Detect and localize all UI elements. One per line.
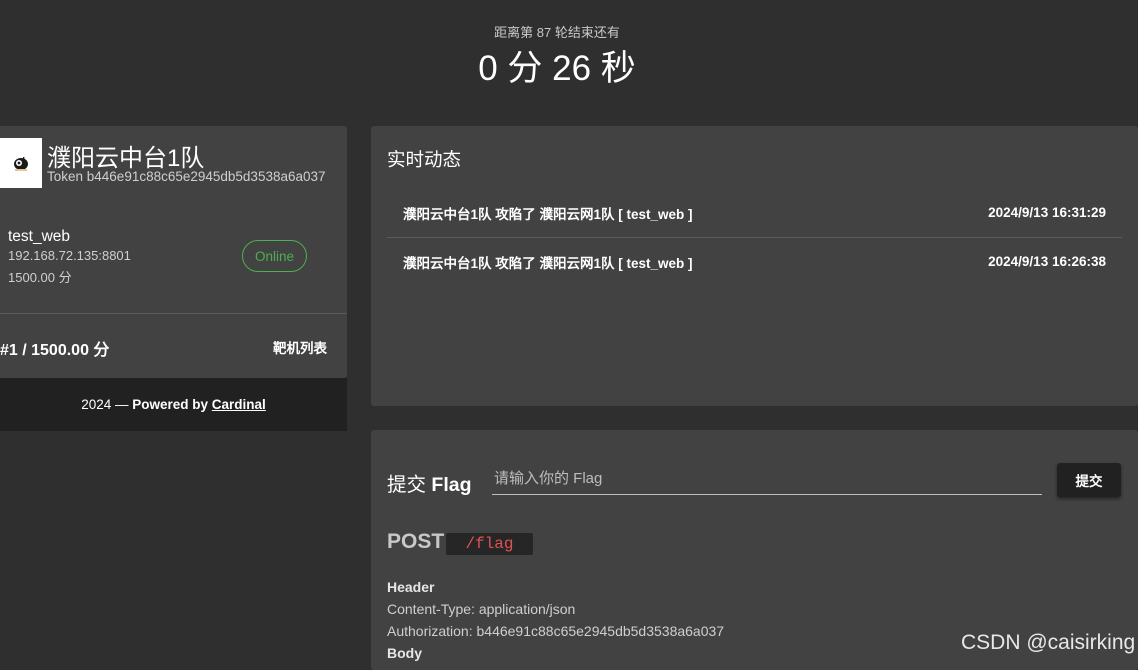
countdown-timer: 0 分 26 秒 xyxy=(478,49,636,88)
robot-avatar-icon xyxy=(14,157,28,171)
watermark: CSDN @caisirking xyxy=(961,631,1136,654)
feed-item-time: 2024/9/13 16:26:38 xyxy=(988,254,1106,269)
api-method: POST xyxy=(387,530,445,553)
footer-powered-by: Powered by xyxy=(132,397,209,412)
feed-item: 濮阳云中台1队 攻陷了 濮阳云网1队 [ test_web ] 2024/9/1… xyxy=(387,238,1122,285)
footer-year: 2024 — xyxy=(81,397,129,412)
service-address: 192.168.72.135:8801 xyxy=(8,248,131,263)
content-type-line: Content-Type: application/json xyxy=(387,601,576,617)
submit-label-prefix: 提交 xyxy=(387,474,432,496)
authorization-line: Authorization: b446e91c88c65e2945db5d353… xyxy=(387,623,725,639)
feed-item-text: 濮阳云中台1队 攻陷了 濮阳云网1队 [ test_web ] xyxy=(403,206,693,222)
cardinal-link[interactable]: Cardinal xyxy=(212,397,266,412)
team-card: 濮阳云中台1队 Token b446e91c88c65e2945db5d3538… xyxy=(0,126,347,378)
feed-item-time: 2024/9/13 16:31:29 xyxy=(988,205,1106,220)
target-list-button[interactable]: 靶机列表 xyxy=(262,334,338,360)
team-avatar xyxy=(0,138,42,188)
live-feed-title: 实时动态 xyxy=(387,149,462,170)
live-feed-card: 实时动态 濮阳云中台1队 攻陷了 濮阳云网1队 [ test_web ] 202… xyxy=(371,126,1138,406)
feed-item-text: 濮阳云中台1队 攻陷了 濮阳云网1队 [ test_web ] xyxy=(403,255,693,271)
team-name: 濮阳云中台1队 xyxy=(47,145,205,172)
service-name: test_web xyxy=(8,228,71,245)
flag-input[interactable] xyxy=(492,462,1042,495)
api-path: /flag xyxy=(446,533,533,555)
footer: 2024 — Powered by Cardinal xyxy=(0,378,347,431)
countdown-caption: 距离第 87 轮结束还有 xyxy=(494,25,620,40)
submit-flag-label: 提交 Flag xyxy=(387,468,472,497)
submit-button[interactable]: 提交 xyxy=(1057,463,1121,497)
submit-label-flag: Flag xyxy=(431,474,472,496)
divider xyxy=(0,313,347,314)
feed-item: 濮阳云中台1队 攻陷了 濮阳云网1队 [ test_web ] 2024/9/1… xyxy=(387,189,1122,236)
service-score: 1500.00 分 xyxy=(8,270,72,285)
team-token: Token b446e91c88c65e2945db5d3538a6a037 xyxy=(47,169,326,184)
header-title: Header xyxy=(387,579,435,595)
service-status-badge: Online xyxy=(242,240,307,272)
body-title: Body xyxy=(387,645,422,661)
team-rank-score: #1 / 1500.00 分 xyxy=(0,342,110,359)
